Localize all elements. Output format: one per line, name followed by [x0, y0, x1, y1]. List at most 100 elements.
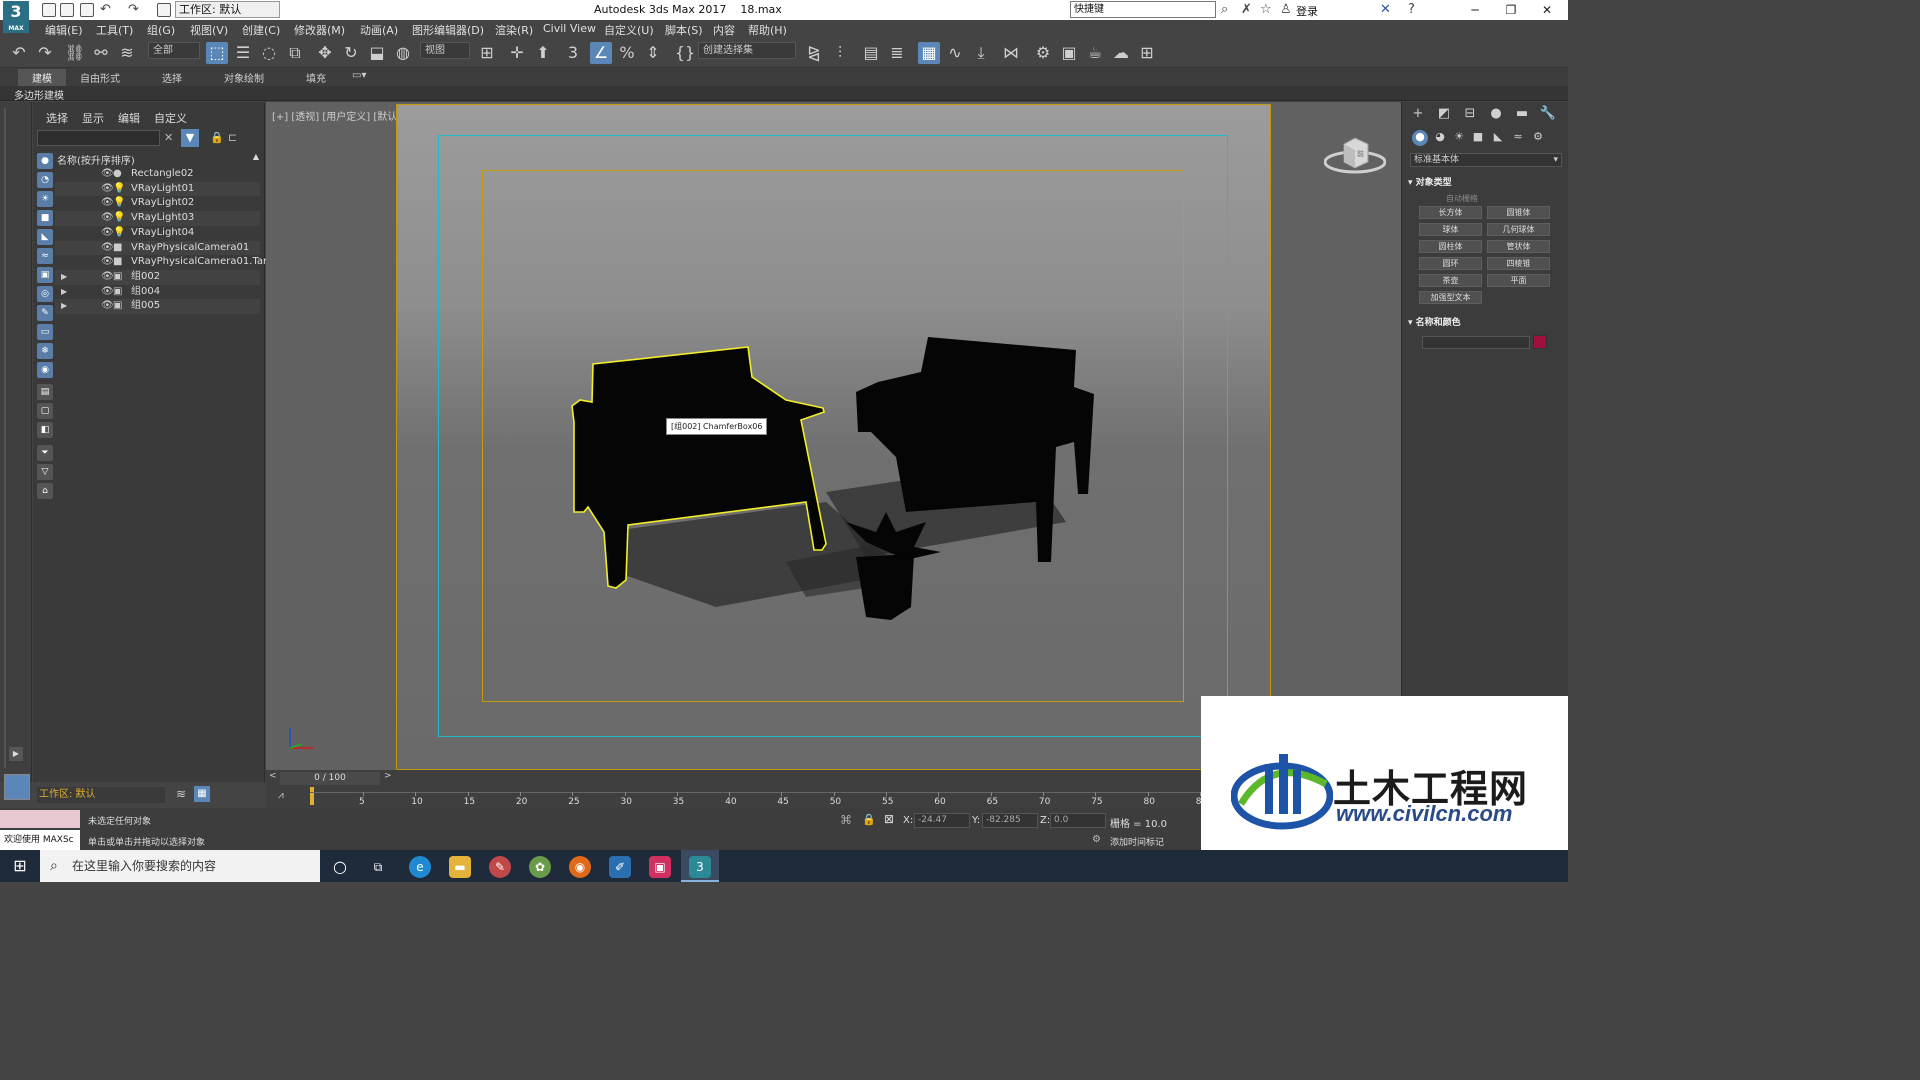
list-item[interactable]: 👁 💡 VRayLight03 [55, 211, 260, 226]
move-icon[interactable]: ✥ [314, 42, 336, 64]
sphere-button[interactable]: 球体 [1419, 223, 1482, 236]
curve-editor-icon[interactable]: ∿ [944, 42, 966, 64]
lights-icon[interactable]: ☀ [1451, 130, 1467, 146]
a360-gallery-icon[interactable]: ⊞ [1136, 42, 1158, 64]
app-icon-4[interactable]: ▣ [649, 856, 671, 878]
eye-icon[interactable]: 👁 [101, 241, 114, 255]
list-item[interactable]: 👁 💡 VRayLight04 [55, 226, 260, 241]
se-tab-select[interactable]: 选择 [46, 110, 68, 126]
time-slider-frame[interactable]: 0 / 100 [280, 772, 380, 785]
snaps-toggle-icon[interactable]: 3 [562, 42, 584, 64]
select-by-name-icon[interactable]: ☰ [232, 42, 254, 64]
expand-arrow-icon[interactable]: ▶ [61, 299, 67, 313]
list-item[interactable]: ▶ 👁 ▣ 组002 [55, 269, 260, 285]
windows-start-icon[interactable]: ⊞ [10, 856, 30, 876]
text-plus-button[interactable]: 加强型文本 [1419, 291, 1482, 304]
create-tab-icon[interactable]: + [1408, 106, 1428, 124]
prev-frame-icon[interactable]: < [269, 771, 277, 781]
cylinder-button[interactable]: 圆柱体 [1419, 240, 1482, 253]
undo-icon[interactable]: ↶ [100, 2, 111, 17]
workspace-dropdown[interactable]: 工作区: 默认 [175, 1, 280, 18]
se-tab-edit[interactable]: 编辑 [118, 110, 140, 126]
list-item[interactable]: 👁 ■ VRayPhysicalCamera01.Target [55, 255, 283, 270]
eye-icon[interactable]: 👁 [101, 226, 114, 240]
name-column-header[interactable]: 名称(按升序排序) ▲ [55, 152, 262, 167]
menu-animation[interactable]: 动画(A) [360, 22, 398, 38]
eye-icon[interactable]: 👁 [101, 270, 114, 284]
help-icon[interactable]: ? [1408, 2, 1415, 17]
spinner-snap-icon[interactable]: ⇕ [642, 42, 664, 64]
geometry-icon[interactable]: ● [1412, 130, 1428, 146]
rollout-object-type[interactable]: ▾ 对象类型 [1408, 175, 1563, 188]
app-icon-2[interactable]: ✿ [529, 856, 551, 878]
mirror-icon[interactable]: ⧎ [803, 42, 825, 64]
scale-icon[interactable]: ⬓ [366, 42, 388, 64]
percent-snap-icon[interactable]: % [616, 42, 638, 64]
modify-tab-icon[interactable]: ◩ [1434, 106, 1454, 124]
favorites-star-icon[interactable]: ☆ [1260, 2, 1272, 17]
invert-display-icon[interactable]: ◧ [37, 422, 53, 438]
cameras-icon[interactable]: ■ [1470, 130, 1486, 146]
filter-icon[interactable]: ▼ [181, 129, 199, 147]
menu-modifiers[interactable]: 修改器(M) [294, 22, 345, 38]
expand-arrow-icon[interactable]: ▶ [61, 270, 67, 284]
time-tag-icon[interactable]: ⚙ [1092, 834, 1101, 845]
list-item[interactable]: ▶ 👁 ▣ 组004 [55, 285, 260, 300]
menu-graph-editors[interactable]: 图形编辑器(D) [412, 22, 484, 38]
selection-region-icon[interactable]: ◌ [258, 42, 280, 64]
exchange-icon[interactable]: ✗ [1241, 2, 1252, 17]
time-slider-handle[interactable] [310, 787, 314, 805]
tab-modeling[interactable]: 建模 [18, 69, 66, 86]
track-bar[interactable] [310, 792, 1200, 793]
eye-icon[interactable]: 👁 [101, 196, 114, 210]
user-icon[interactable]: ♙ [1280, 2, 1292, 17]
systems-icon[interactable]: ⚙ [1530, 130, 1546, 146]
eye-icon[interactable]: 👁 [101, 167, 114, 181]
bind-space-warp-icon[interactable]: ≋ [116, 42, 138, 64]
firefox-icon[interactable]: ◉ [569, 856, 591, 878]
reference-coordinate-dropdown[interactable]: 视图 [420, 42, 470, 59]
geosphere-button[interactable]: 几何球体 [1487, 223, 1550, 236]
isolate-selection-icon[interactable]: ⌘ [840, 813, 852, 827]
cortana-icon[interactable]: ○ [329, 856, 351, 878]
place-icon[interactable]: ◍ [392, 42, 414, 64]
rendered-frame-window-icon[interactable]: ▣ [1058, 42, 1080, 64]
file-explorer-icon[interactable]: ▬ [449, 856, 471, 878]
hierarchy-tab-icon[interactable]: ⊟ [1460, 106, 1480, 124]
menu-views[interactable]: 视图(V) [190, 22, 228, 38]
menu-scripting[interactable]: 脚本(S) [665, 22, 703, 38]
hierarchy-icon[interactable]: ⊏ [228, 131, 237, 144]
se-tab-display[interactable]: 显示 [82, 110, 104, 126]
rotate-icon[interactable]: ↻ [340, 42, 362, 64]
toggle-ribbon-icon[interactable]: ≣ [886, 42, 908, 64]
menu-customize[interactable]: 自定义(U) [604, 22, 654, 38]
z-coordinate-input[interactable]: 0.0 [1050, 813, 1106, 828]
viewcube[interactable]: 前 [1324, 132, 1386, 178]
edge-browser-icon[interactable]: e [409, 856, 431, 878]
render-setup-icon[interactable]: ⚙ [1032, 42, 1054, 64]
eye-icon[interactable]: 👁 [101, 182, 114, 196]
expand-arrow-icon[interactable]: ▶ [61, 285, 67, 299]
project-folder-icon[interactable] [157, 3, 171, 17]
strip-handle[interactable] [4, 108, 24, 768]
pivot-center-icon[interactable]: ⊞ [476, 42, 498, 64]
edit-named-selection-icon[interactable]: {} [674, 42, 696, 64]
keyboard-shortcut-override-icon[interactable]: ⬆ [532, 42, 554, 64]
sort-ascending-icon[interactable]: ▲ [253, 152, 259, 161]
geometry-category-dropdown[interactable]: 标准基本体 ▾ [1410, 153, 1562, 167]
motion-tab-icon[interactable]: ● [1486, 106, 1506, 124]
task-view-icon[interactable]: ⧉ [367, 856, 389, 878]
se-tab-customize[interactable]: 自定义 [154, 110, 187, 126]
lock-icon[interactable]: 🔒 [210, 131, 224, 144]
scene-explorer-icon[interactable]: ▦ [918, 42, 940, 64]
filter-funnel-icon[interactable]: ⏷ [37, 445, 53, 461]
eye-icon[interactable]: 👁 [101, 255, 114, 269]
app-logo[interactable]: 3 MAX [3, 1, 29, 33]
login-link[interactable]: 登录 [1296, 3, 1318, 19]
next-frame-icon[interactable]: > [384, 771, 392, 781]
helpers-icon[interactable]: ◣ [1490, 130, 1506, 146]
viewport-layout-thumbnail[interactable] [4, 774, 30, 800]
torus-button[interactable]: 圆环 [1419, 257, 1482, 270]
display-none-icon[interactable]: ▢ [37, 403, 53, 419]
redo-icon[interactable]: ↷ [128, 2, 139, 17]
